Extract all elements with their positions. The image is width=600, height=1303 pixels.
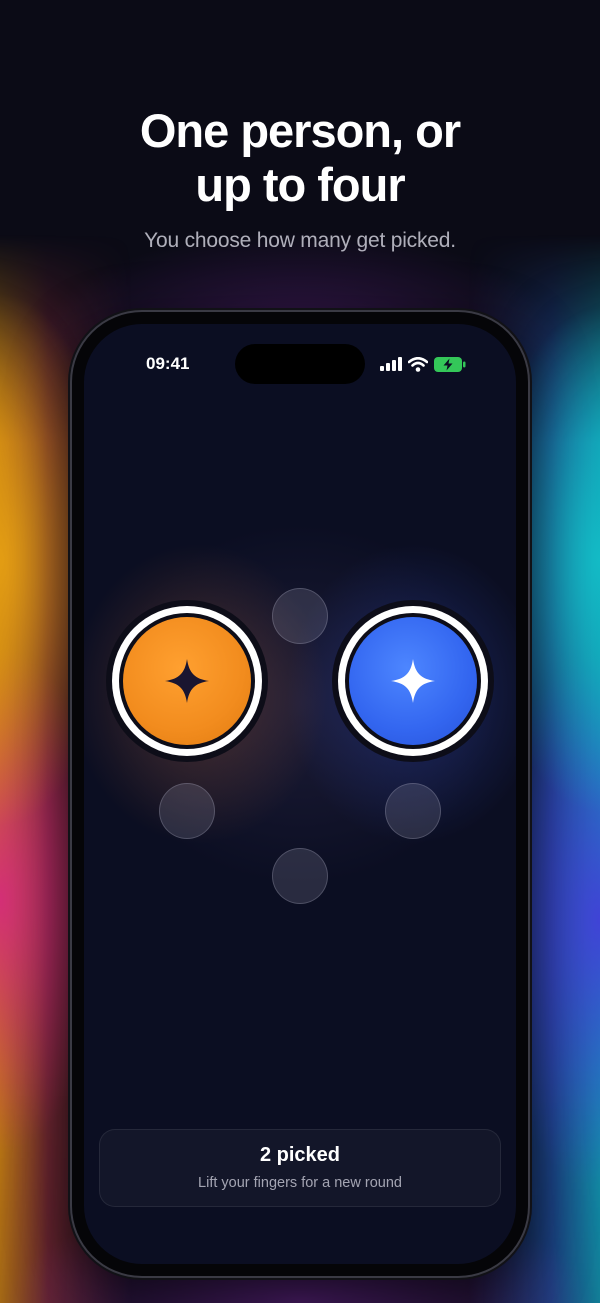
phone-screen: 09:41 2 picked Lift your fingers for a n…: [84, 324, 516, 1264]
screen-glow: [84, 324, 516, 1264]
sparkle-icon: [391, 659, 435, 703]
wifi-icon: [408, 356, 428, 372]
empty-finger-slot: [159, 783, 215, 839]
sparkle-icon: [165, 659, 209, 703]
status-bar-time: 09:41: [146, 354, 190, 373]
headline-line-2: up to four: [195, 158, 405, 211]
subheadline: You choose how many get picked.: [144, 229, 456, 252]
cellular-signal-icon: [380, 357, 402, 371]
dynamic-island: [235, 344, 365, 384]
result-caption: Lift your fingers for a new round: [198, 1175, 402, 1191]
picked-finger-blue: [332, 600, 494, 762]
empty-finger-slot: [272, 848, 328, 904]
result-card: 2 picked Lift your fingers for a new rou…: [99, 1129, 501, 1207]
empty-finger-slot: [385, 783, 441, 839]
battery-charging-icon: [434, 356, 466, 372]
picked-finger-orange: [106, 600, 268, 762]
status-bar-icons: [380, 354, 466, 374]
empty-finger-slot: [272, 588, 328, 644]
headline: One person, or up to four: [0, 104, 600, 212]
result-title: 2 picked: [259, 1144, 341, 1166]
phone-mockup: 09:41 2 picked Lift your fingers for a n…: [72, 312, 528, 1276]
headline-line-1: One person, or: [139, 104, 461, 157]
